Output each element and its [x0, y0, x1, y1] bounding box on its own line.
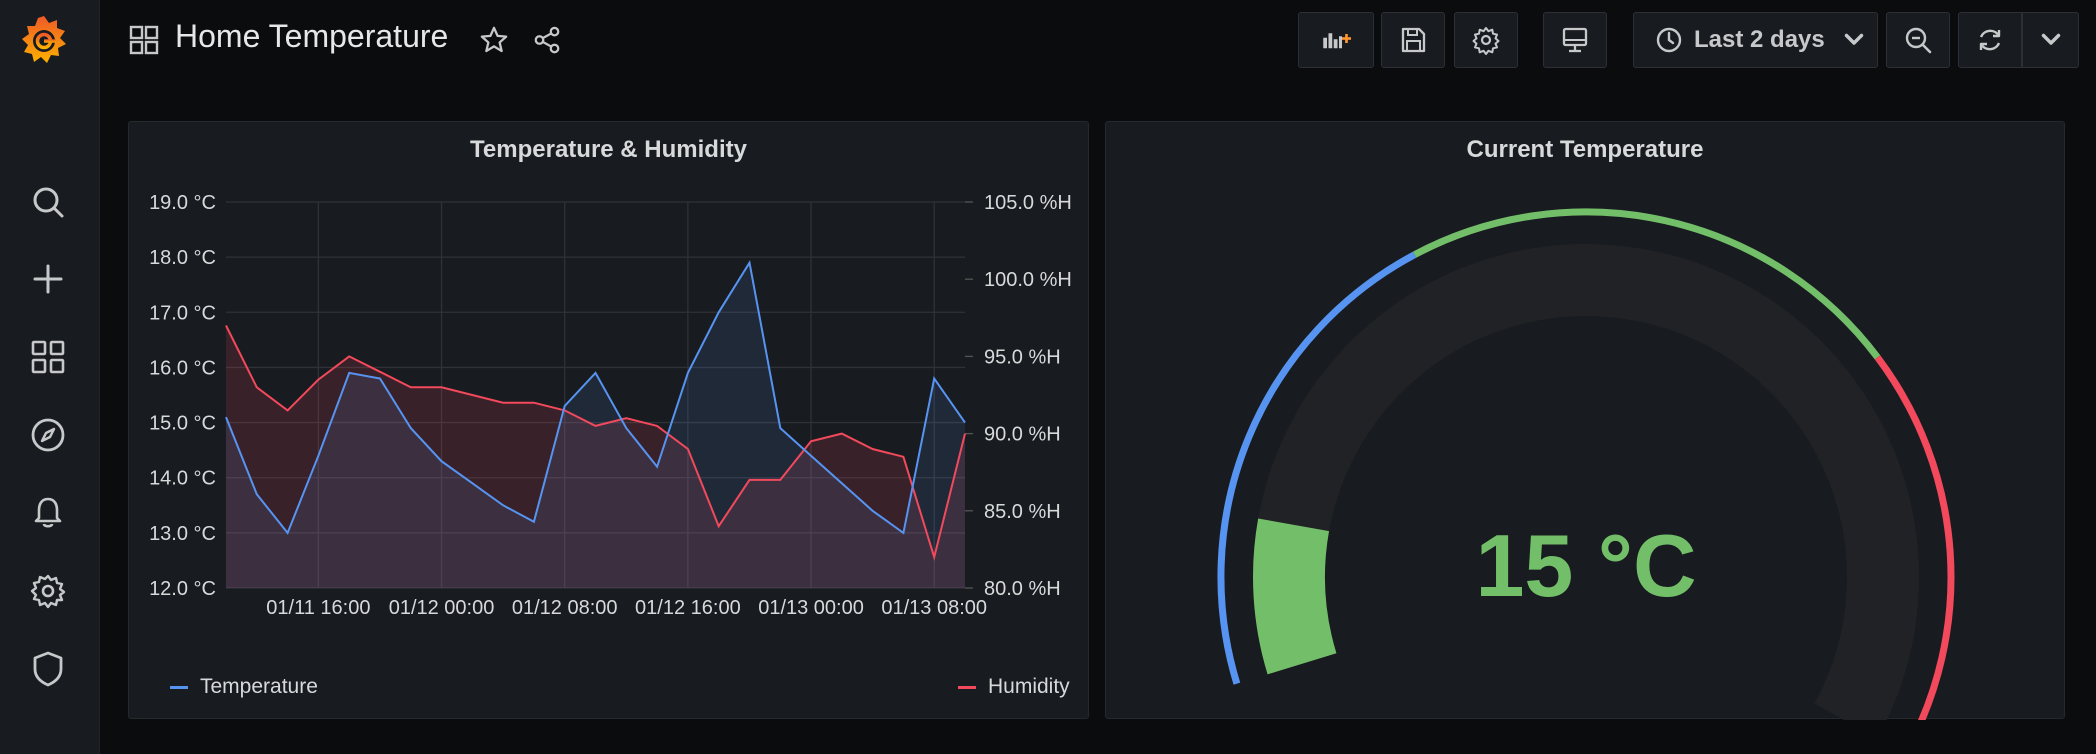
x-axis-tick-label: 01/12 00:00 — [389, 597, 495, 619]
gauge-track — [1253, 244, 1919, 720]
server-admin-shield-icon[interactable] — [24, 645, 72, 693]
humidity-swatch — [958, 685, 976, 689]
refresh-button[interactable] — [1958, 12, 2022, 68]
left-axis-tick-label: 12.0 °C — [149, 578, 216, 600]
settings-gear-icon — [1472, 27, 1500, 55]
configuration-gear-icon[interactable] — [24, 567, 72, 615]
add-panel-icon — [1323, 33, 1351, 49]
right-axis-tick-label: 80.0 %H — [984, 578, 1061, 600]
time-range-label: Last 2 days — [1694, 26, 1825, 53]
monitor-icon — [1562, 27, 1588, 53]
dashboards-icon[interactable] — [24, 333, 72, 381]
x-axis-tick-label: 01/12 16:00 — [635, 597, 741, 619]
refresh-interval-dropdown[interactable] — [2022, 12, 2079, 68]
chevron-down-icon — [2041, 33, 2060, 45]
legend-humidity-label: Humidity — [988, 675, 1070, 698]
chevron-down-icon — [1844, 33, 1863, 45]
left-axis-tick-label: 19.0 °C — [149, 192, 216, 214]
search-icon[interactable] — [24, 178, 72, 226]
save-dashboard-button[interactable] — [1381, 12, 1445, 68]
current-temperature-gauge: 15 °C — [1217, 208, 1955, 720]
gauge-value-fill — [1253, 518, 1337, 675]
zoom-out-icon — [1905, 27, 1932, 54]
dashboard-title[interactable]: Home Temperature — [175, 18, 448, 55]
zoom-out-button[interactable] — [1886, 12, 1950, 68]
explore-compass-icon[interactable] — [24, 411, 72, 459]
graph-panel[interactable]: Temperature & Humidity 19.0 °C 18.0 °C 17.… — [128, 121, 1089, 719]
temperature-swatch — [170, 685, 188, 689]
x-axis-tick-label: 01/11 16:00 — [266, 597, 370, 619]
left-axis-tick-label: 15.0 °C — [149, 413, 216, 435]
left-axis-tick-label: 14.0 °C — [149, 468, 216, 490]
gauge-panel[interactable]: Current Temperature 15 °C — [1105, 121, 2065, 720]
cycle-view-mode-button[interactable] — [1543, 12, 1607, 68]
time-range-picker[interactable]: Last 2 days — [1633, 12, 1878, 68]
add-panel-button[interactable] — [1298, 12, 1374, 68]
temperature-humidity-chart[interactable]: 19.0 °C 18.0 °C 17.0 °C 16.0 °C 15.0 °C 14.0 … — [129, 122, 1090, 652]
right-axis-tick-label: 90.0 %H — [984, 424, 1061, 446]
share-icon[interactable] — [529, 22, 565, 58]
legend-humidity[interactable]: Humidity — [958, 675, 1070, 699]
save-icon — [1401, 27, 1426, 53]
dashboard-settings-button[interactable] — [1454, 12, 1518, 68]
left-axis-tick-label: 16.0 °C — [149, 357, 216, 379]
left-axis-tick-label: 17.0 °C — [149, 302, 216, 324]
sidebar — [0, 0, 100, 754]
dashboard-grid-icon — [128, 24, 160, 56]
legend-temperature-label: Temperature — [200, 675, 318, 698]
legend-temperature[interactable]: Temperature — [170, 675, 318, 699]
refresh-icon — [1979, 29, 2001, 51]
x-axis-tick-label: 01/13 08:00 — [881, 597, 987, 619]
right-axis-tick-label: 85.0 %H — [984, 501, 1061, 523]
clock-icon — [1656, 27, 1682, 53]
left-axis-tick-label: 18.0 °C — [149, 247, 216, 269]
left-axis-tick-label: 13.0 °C — [149, 523, 216, 545]
star-icon[interactable] — [476, 22, 512, 58]
alerting-bell-icon[interactable] — [24, 489, 72, 537]
x-axis-tick-label: 01/12 08:00 — [512, 597, 618, 619]
grafana-logo-icon[interactable] — [16, 12, 72, 68]
create-plus-icon[interactable] — [24, 255, 72, 303]
gauge-value-text: 15 °C — [1475, 516, 1696, 615]
x-axis-tick-label: 01/13 00:00 — [758, 597, 864, 619]
right-axis-tick-label: 105.0 %H — [984, 192, 1072, 214]
right-axis-tick-label: 95.0 %H — [984, 346, 1061, 368]
right-axis-tick-label: 100.0 %H — [984, 269, 1072, 291]
